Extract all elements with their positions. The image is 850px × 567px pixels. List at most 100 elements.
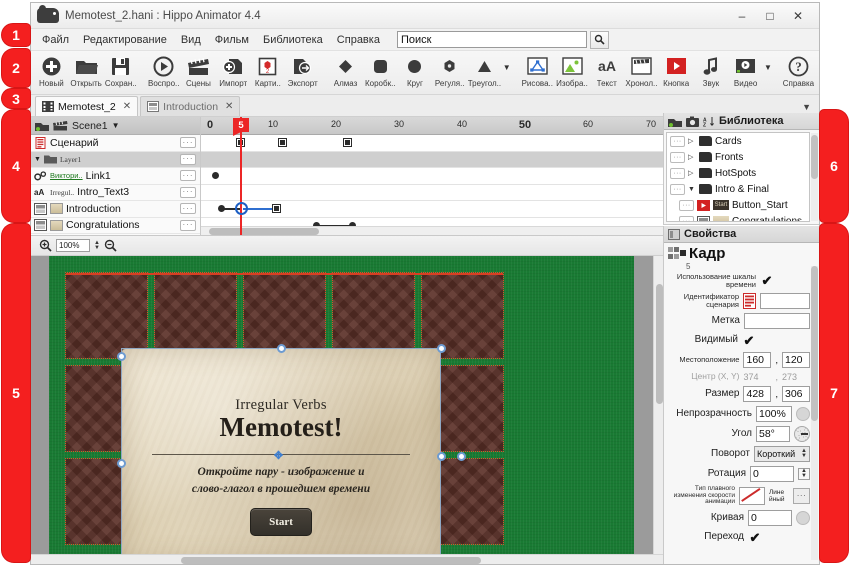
toolbar-button-scenes[interactable]: Сцены [181, 53, 216, 88]
toolbar-button-export[interactable]: Экспорт [285, 53, 320, 88]
timeline-row-script[interactable]: Сценарий ··· [31, 135, 200, 152]
timeline-row-layer1[interactable]: ▼ Layer1 ··· [31, 151, 200, 168]
opacity-knob[interactable] [796, 406, 810, 421]
timeline-row-menu[interactable]: ··· [180, 186, 196, 198]
library-item-menu[interactable]: ··· [670, 151, 685, 163]
properties-vscrollbar[interactable] [811, 266, 818, 560]
library-item-fronts[interactable]: ··· ▷ Fronts [667, 149, 809, 165]
prop-size[interactable]: Размер 428 , 306 [664, 384, 819, 404]
use-timeline-checkbox[interactable]: ✔ [760, 274, 774, 288]
stage[interactable]: Irregular Verbs Memotest! Откройте пару … [49, 256, 634, 554]
search-button[interactable] [589, 30, 609, 49]
chevron-right-icon[interactable]: ▷ [688, 153, 696, 161]
card-back[interactable] [65, 272, 148, 359]
prop-rotation[interactable]: Ротация 0 ▲ ▼ [664, 464, 819, 484]
resize-handle-ml[interactable] [117, 459, 126, 468]
chevron-right-icon[interactable]: ▷ [688, 169, 696, 177]
timeline-row-menu[interactable]: ··· [180, 170, 196, 182]
menu-edit[interactable]: Редактирование [76, 31, 174, 49]
prop-script-id[interactable]: Идентификатор сценария [664, 291, 819, 311]
canvas-hscrollbar[interactable] [31, 554, 664, 564]
sort-icon[interactable]: AZ [703, 116, 715, 127]
selected-keyframe-ring[interactable] [235, 201, 248, 215]
tab-overflow-icon[interactable]: ▼ [802, 102, 811, 112]
library-item-button-start[interactable]: ··· Start Button_Start [667, 197, 809, 213]
angle-field[interactable]: 58° [756, 425, 790, 442]
timeline-row-menu[interactable]: ··· [180, 153, 196, 165]
properties-vscroll-thumb[interactable] [811, 266, 818, 421]
library-tree[interactable]: ··· ▷ Cards ··· ▷ Fronts ··· ▷ HotSpots [666, 132, 810, 222]
timeline-row-menu[interactable]: ··· [180, 137, 196, 149]
timeline-row-congratulations[interactable]: Congratulations ··· [31, 218, 200, 234]
visibility-icon[interactable] [668, 116, 682, 127]
prop-rotation-direction[interactable]: Поворот Короткий ▲ ▼ [664, 444, 819, 464]
scene-header[interactable]: Scene1 ▼ [31, 117, 200, 135]
keyframe-intro-end[interactable] [272, 204, 281, 213]
transition-checkbox[interactable]: ✔ [748, 531, 762, 545]
library-vscroll-thumb[interactable] [811, 135, 818, 179]
maximize-icon[interactable]: □ [757, 6, 783, 26]
toolbar-button-video[interactable]: Видео [728, 53, 763, 88]
resize-handle-tc[interactable] [277, 344, 286, 353]
toolbar-button-triangle[interactable]: Треугол.. [467, 53, 502, 88]
zoom-value[interactable]: 100% [56, 239, 90, 252]
location-x-field[interactable]: 160 [743, 351, 772, 368]
script-id-field[interactable] [760, 292, 810, 309]
label-field[interactable] [744, 312, 810, 329]
zoom-stepper[interactable]: ▲ ▼ [94, 240, 100, 251]
toolbar-button-button[interactable]: Кнопка [659, 53, 694, 88]
prop-visible[interactable]: Видимый ✔ [664, 331, 819, 350]
library-item-menu[interactable]: ··· [670, 183, 685, 195]
library-vscrollbar[interactable] [811, 133, 818, 221]
easing-preview-icon[interactable] [739, 486, 765, 505]
toolbar-button-new[interactable]: Новый [34, 53, 69, 88]
chevron-down-icon[interactable]: ▼ [688, 186, 696, 193]
library-item-menu[interactable]: ··· [679, 215, 694, 221]
keyframe-script-2[interactable] [278, 138, 287, 147]
timeline-row-introduction[interactable]: Introduction ··· [31, 201, 200, 218]
canvas-vscroll-thumb[interactable] [656, 284, 663, 404]
prop-curve[interactable]: Кривая 0 [664, 508, 819, 528]
toolbar-button-import[interactable]: Импорт [216, 53, 251, 88]
toolbar-button-circle[interactable]: Круг [398, 53, 433, 88]
keyframe-script-3[interactable] [343, 138, 352, 147]
canvas-hscroll-thumb[interactable] [181, 557, 481, 564]
toolbar-button-open[interactable]: Открыть [69, 53, 104, 88]
angle-dial[interactable] [794, 425, 810, 442]
toolbar-button-sound[interactable]: Звук [694, 53, 729, 88]
zoom-in-icon[interactable] [39, 239, 52, 252]
card-back[interactable] [421, 272, 504, 359]
toolbar-button-play[interactable]: Воспро.. [146, 53, 181, 88]
scene-caret-icon[interactable]: ▼ [112, 121, 120, 130]
timeline-row-intro-text3[interactable]: aA Irregul.. Intro_Text3 ··· [31, 185, 200, 201]
timeline-row-link1[interactable]: Виктори.. Link1 ··· [31, 168, 200, 185]
layer-expand-icon[interactable]: ▼ [34, 156, 41, 163]
menu-help[interactable]: Справка [330, 31, 387, 49]
zoom-out-icon[interactable] [104, 239, 117, 252]
library-item-menu[interactable]: ··· [670, 167, 685, 179]
library-item-menu[interactable]: ··· [670, 135, 685, 147]
prop-opacity[interactable]: Непрозрачность 100% [664, 404, 819, 424]
timeline-hscroll-thumb[interactable] [209, 228, 319, 235]
menu-file[interactable]: Файл [35, 31, 76, 49]
toolbar-button-image[interactable]: Изобра.. [555, 53, 590, 88]
library-item-menu[interactable]: ··· [679, 199, 694, 211]
prop-location[interactable]: Местоположение 160 , 120 [664, 350, 819, 370]
resize-handle-tl[interactable] [117, 352, 126, 361]
media-overflow-arrow[interactable]: ▼ [764, 63, 772, 72]
toolbar-button-polygon[interactable]: Регуля.. [432, 53, 467, 88]
easing-more-button[interactable]: ··· [793, 487, 810, 504]
minimize-icon[interactable]: – [729, 6, 755, 26]
toolbar-button-text[interactable]: aA Текст [589, 53, 624, 88]
resize-handle-tr[interactable] [437, 344, 446, 353]
toolbar-button-help[interactable]: ? Справка [781, 53, 816, 88]
rotate-handle[interactable] [457, 452, 466, 461]
menu-view[interactable]: Вид [174, 31, 208, 49]
library-item-cards[interactable]: ··· ▷ Cards [667, 133, 809, 149]
location-y-field[interactable]: 120 [782, 351, 810, 368]
menu-movie[interactable]: Фильм [208, 31, 256, 49]
toolbar-button-imagemap[interactable]: 2 Карти.. [251, 53, 286, 88]
tab-introduction[interactable]: Introduction ✕ [140, 96, 241, 116]
card-back[interactable] [332, 272, 415, 359]
opacity-field[interactable]: 100% [756, 405, 792, 422]
